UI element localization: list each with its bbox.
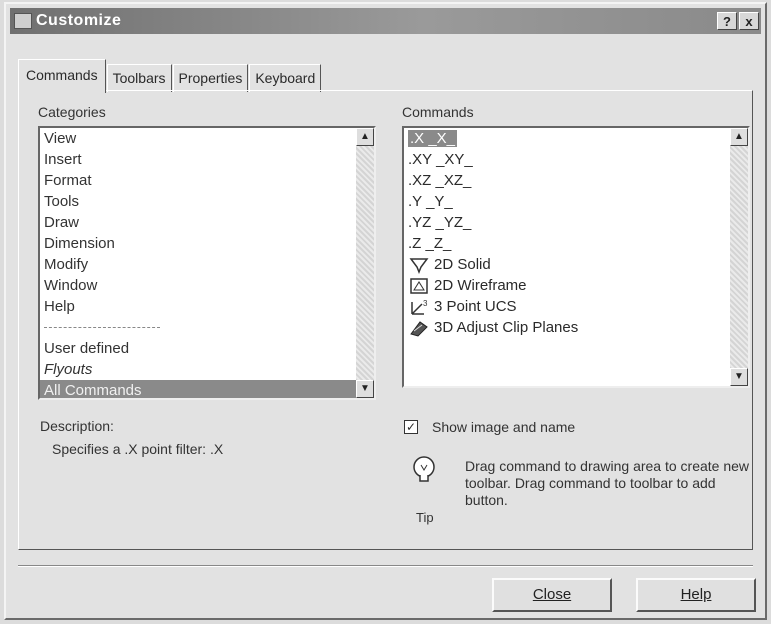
help-button-label: Help	[680, 586, 712, 603]
command-item[interactable]: 2D Wireframe	[404, 275, 748, 296]
commands-scrollbar[interactable]: ▲ ▼	[730, 128, 748, 386]
tab-strip: Commands Toolbars Properties Keyboard	[18, 58, 322, 93]
title-bar[interactable]: Customize ? x	[10, 8, 761, 34]
close-button-label: Close	[532, 586, 572, 603]
tip-caption: Tip	[416, 510, 434, 525]
category-item[interactable]: Insert	[40, 149, 374, 170]
command-item[interactable]: .XY _XY_	[404, 149, 748, 170]
command-label: .X _X_	[408, 130, 458, 147]
scroll-up-icon[interactable]: ▲	[730, 128, 748, 146]
command-item[interactable]: .Y _Y_	[404, 191, 748, 212]
command-label: 3 Point UCS	[434, 298, 517, 315]
command-item[interactable]: 2D Solid	[404, 254, 748, 275]
category-item[interactable]: Dimension	[40, 233, 374, 254]
2d-wireframe-icon	[410, 277, 428, 294]
command-label: .XZ _XZ_	[408, 172, 472, 189]
tip-text: Drag command to drawing area to create n…	[465, 458, 750, 508]
close-button[interactable]: Close	[492, 578, 612, 612]
command-label: 2D Wireframe	[434, 277, 527, 294]
category-item[interactable]: Help	[40, 296, 374, 317]
command-label: 3D Adjust Clip Planes	[434, 319, 579, 336]
command-item-selected[interactable]: .X _X_	[404, 128, 748, 149]
app-icon	[14, 13, 32, 29]
3d-adjust-clip-planes-icon	[410, 320, 428, 337]
help-title-button[interactable]: ?	[717, 12, 737, 30]
command-label: .Z _Z_	[408, 235, 452, 252]
command-item[interactable]: 3 3 Point UCS	[404, 296, 748, 317]
command-item[interactable]: .XZ _XZ_	[404, 170, 748, 191]
category-item[interactable]: Tools	[40, 191, 374, 212]
command-item[interactable]: .Z _Z_	[404, 233, 748, 254]
2d-solid-icon	[409, 257, 429, 274]
tab-keyboard[interactable]: Keyboard	[249, 64, 322, 92]
category-item[interactable]: Format	[40, 170, 374, 191]
command-item[interactable]: 3D Adjust Clip Planes	[404, 317, 748, 338]
show-image-checkbox[interactable]: ✓	[404, 420, 418, 434]
scroll-down-icon[interactable]: ▼	[730, 368, 748, 386]
commands-label: Commands	[402, 104, 474, 120]
category-item[interactable]: View	[40, 128, 374, 149]
tab-toolbars[interactable]: Toolbars	[106, 64, 172, 92]
tab-properties[interactable]: Properties	[172, 64, 249, 92]
category-item[interactable]: Window	[40, 275, 374, 296]
categories-list[interactable]: View Insert Format Tools Draw Dimension …	[38, 126, 376, 400]
window-title: Customize	[36, 12, 122, 29]
command-item[interactable]: .YZ _YZ_	[404, 212, 748, 233]
help-button[interactable]: Help	[636, 578, 756, 612]
scroll-down-icon[interactable]: ▼	[356, 380, 374, 398]
close-title-button[interactable]: x	[739, 12, 759, 30]
lightbulb-icon	[413, 456, 435, 482]
scroll-up-icon[interactable]: ▲	[356, 128, 374, 146]
description-text: Specifies a .X point filter: .X	[52, 441, 224, 457]
category-item[interactable]: Draw	[40, 212, 374, 233]
svg-text:3: 3	[423, 299, 428, 308]
category-item[interactable]: Flyouts	[40, 359, 374, 380]
3-point-ucs-icon: 3	[411, 299, 428, 315]
category-separator	[40, 317, 374, 338]
command-label: .XY _XY_	[408, 151, 473, 168]
categories-scrollbar[interactable]: ▲ ▼	[356, 128, 374, 398]
show-image-label[interactable]: Show image and name	[432, 419, 575, 435]
category-item[interactable]: Modify	[40, 254, 374, 275]
categories-label: Categories	[38, 104, 106, 120]
description-label: Description:	[40, 418, 114, 434]
tab-commands[interactable]: Commands	[18, 59, 106, 93]
dialog-divider	[18, 565, 753, 567]
command-label: .Y _Y_	[408, 193, 453, 210]
commands-list[interactable]: .X _X_ .XY _XY_ .XZ _XZ_ .Y _Y_ .YZ _YZ_…	[402, 126, 750, 388]
command-label: 2D Solid	[434, 256, 491, 273]
category-item[interactable]: User defined	[40, 338, 374, 359]
category-item-selected[interactable]: All Commands	[40, 380, 374, 398]
command-label: .YZ _YZ_	[408, 214, 472, 231]
